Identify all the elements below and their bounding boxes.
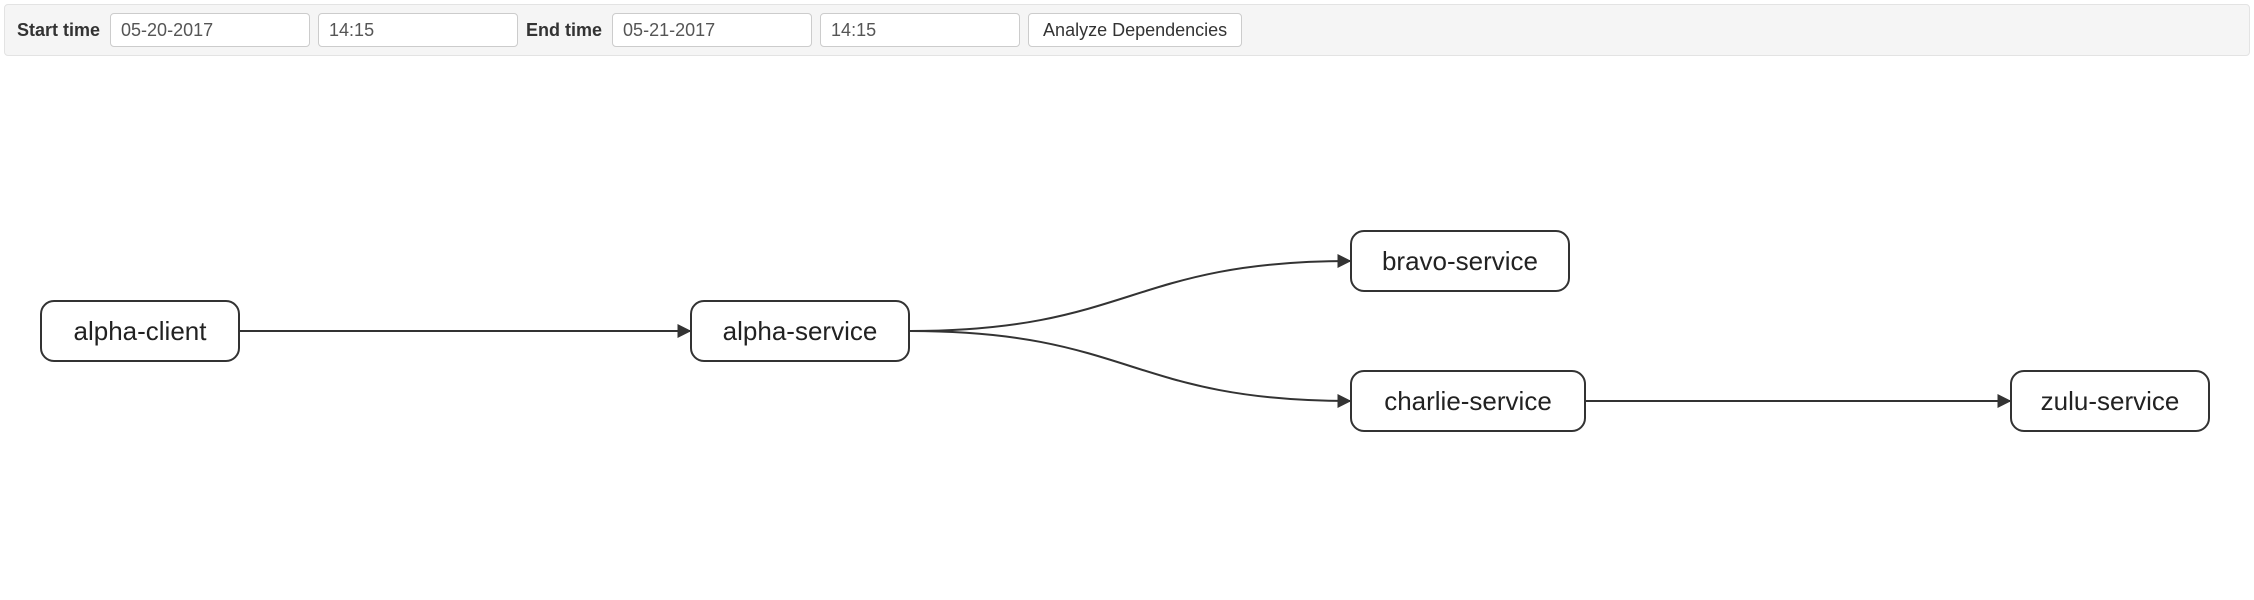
node-bravo-service[interactable]: bravo-service [1350,230,1570,292]
start-time-label: Start time [17,20,100,41]
dependency-graph[interactable]: alpha-client alpha-service bravo-service ch… [0,60,2254,600]
node-alpha-service[interactable]: alpha-service [690,300,910,362]
node-alpha-client[interactable]: alpha-client [40,300,240,362]
edge-alpha-service-to-bravo-service [910,261,1350,331]
edges-layer [0,60,2254,600]
start-date-input[interactable] [110,13,310,47]
edge-alpha-service-to-charlie-service [910,331,1350,401]
end-date-input[interactable] [612,13,812,47]
end-time-label: End time [526,20,602,41]
end-time-input[interactable] [820,13,1020,47]
analyze-button[interactable]: Analyze Dependencies [1028,13,1242,47]
node-charlie-service[interactable]: charlie-service [1350,370,1586,432]
node-zulu-service[interactable]: zulu-service [2010,370,2210,432]
start-time-input[interactable] [318,13,518,47]
toolbar: Start time End time Analyze Dependencies [4,4,2250,56]
